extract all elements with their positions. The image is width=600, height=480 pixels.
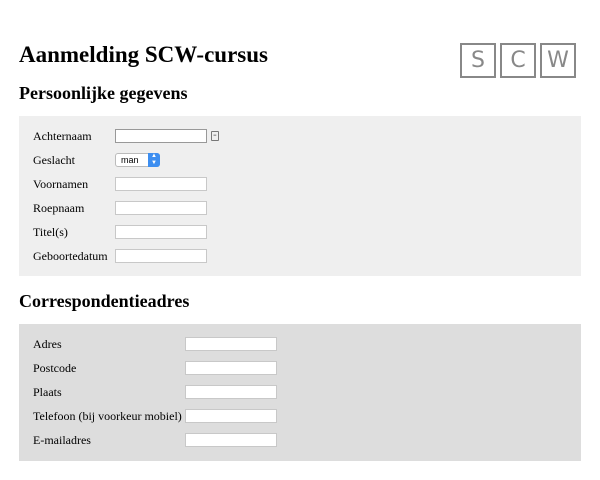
form-row-titels: Titel(s) bbox=[33, 222, 207, 242]
plaats-field[interactable] bbox=[185, 385, 277, 399]
form-row-emailadres: E-mailadres bbox=[33, 430, 277, 450]
field-label: Roepnaam bbox=[33, 200, 85, 215]
form-row-postcode: Postcode bbox=[33, 358, 277, 378]
field-label: Adres bbox=[33, 336, 62, 351]
logo-letter: S bbox=[460, 43, 496, 78]
telefoon-field[interactable] bbox=[185, 409, 277, 423]
logo-letter: W bbox=[540, 43, 576, 78]
chevron-up-down-icon: ▲ ▼ bbox=[148, 153, 160, 167]
geboortedatum-field[interactable] bbox=[115, 249, 207, 263]
personal-details-panel: Achternaam ≡ Geslacht man ▲ ▼ Voornamen R… bbox=[19, 116, 581, 276]
field-label: Geboortedatum bbox=[33, 248, 108, 263]
correspondence-address-panel: Adres Postcode Plaats Telefoon (bij voor… bbox=[19, 324, 581, 461]
field-label: Voornamen bbox=[33, 176, 89, 191]
select-value: man bbox=[121, 155, 139, 165]
form-row-plaats: Plaats bbox=[33, 382, 277, 402]
form-row-roepnaam: Roepnaam bbox=[33, 198, 207, 218]
field-label: Achternaam bbox=[33, 128, 92, 143]
field-label: Telefoon (bij voorkeur mobiel) bbox=[33, 408, 182, 423]
section-title-personal: Persoonlijke gegevens bbox=[19, 83, 188, 103]
autofill-contact-icon[interactable]: ≡ bbox=[211, 131, 219, 141]
form-row-voornamen: Voornamen bbox=[33, 174, 207, 194]
field-label: Postcode bbox=[33, 360, 77, 375]
postcode-field[interactable] bbox=[185, 361, 277, 375]
field-label: E-mailadres bbox=[33, 432, 91, 447]
scw-logo: S C W bbox=[460, 43, 576, 78]
field-label: Titel(s) bbox=[33, 224, 68, 239]
achternaam-field[interactable] bbox=[115, 129, 207, 143]
emailadres-field[interactable] bbox=[185, 433, 277, 447]
section-title-address: Correspondentieadres bbox=[19, 291, 190, 311]
form-row-telefoon: Telefoon (bij voorkeur mobiel) bbox=[33, 406, 277, 426]
adres-field[interactable] bbox=[185, 337, 277, 351]
geslacht-select[interactable]: man ▲ ▼ bbox=[115, 153, 160, 167]
form-row-achternaam: Achternaam ≡ bbox=[33, 126, 219, 146]
form-row-geboortedatum: Geboortedatum bbox=[33, 246, 207, 266]
field-label: Geslacht bbox=[33, 152, 75, 167]
form-row-adres: Adres bbox=[33, 334, 277, 354]
form-row-geslacht: Geslacht man ▲ ▼ bbox=[33, 150, 160, 170]
voornamen-field[interactable] bbox=[115, 177, 207, 191]
roepnaam-field[interactable] bbox=[115, 201, 207, 215]
titels-field[interactable] bbox=[115, 225, 207, 239]
field-label: Plaats bbox=[33, 384, 62, 399]
page-title: Aanmelding SCW-cursus bbox=[19, 42, 268, 67]
logo-letter: C bbox=[500, 43, 536, 78]
